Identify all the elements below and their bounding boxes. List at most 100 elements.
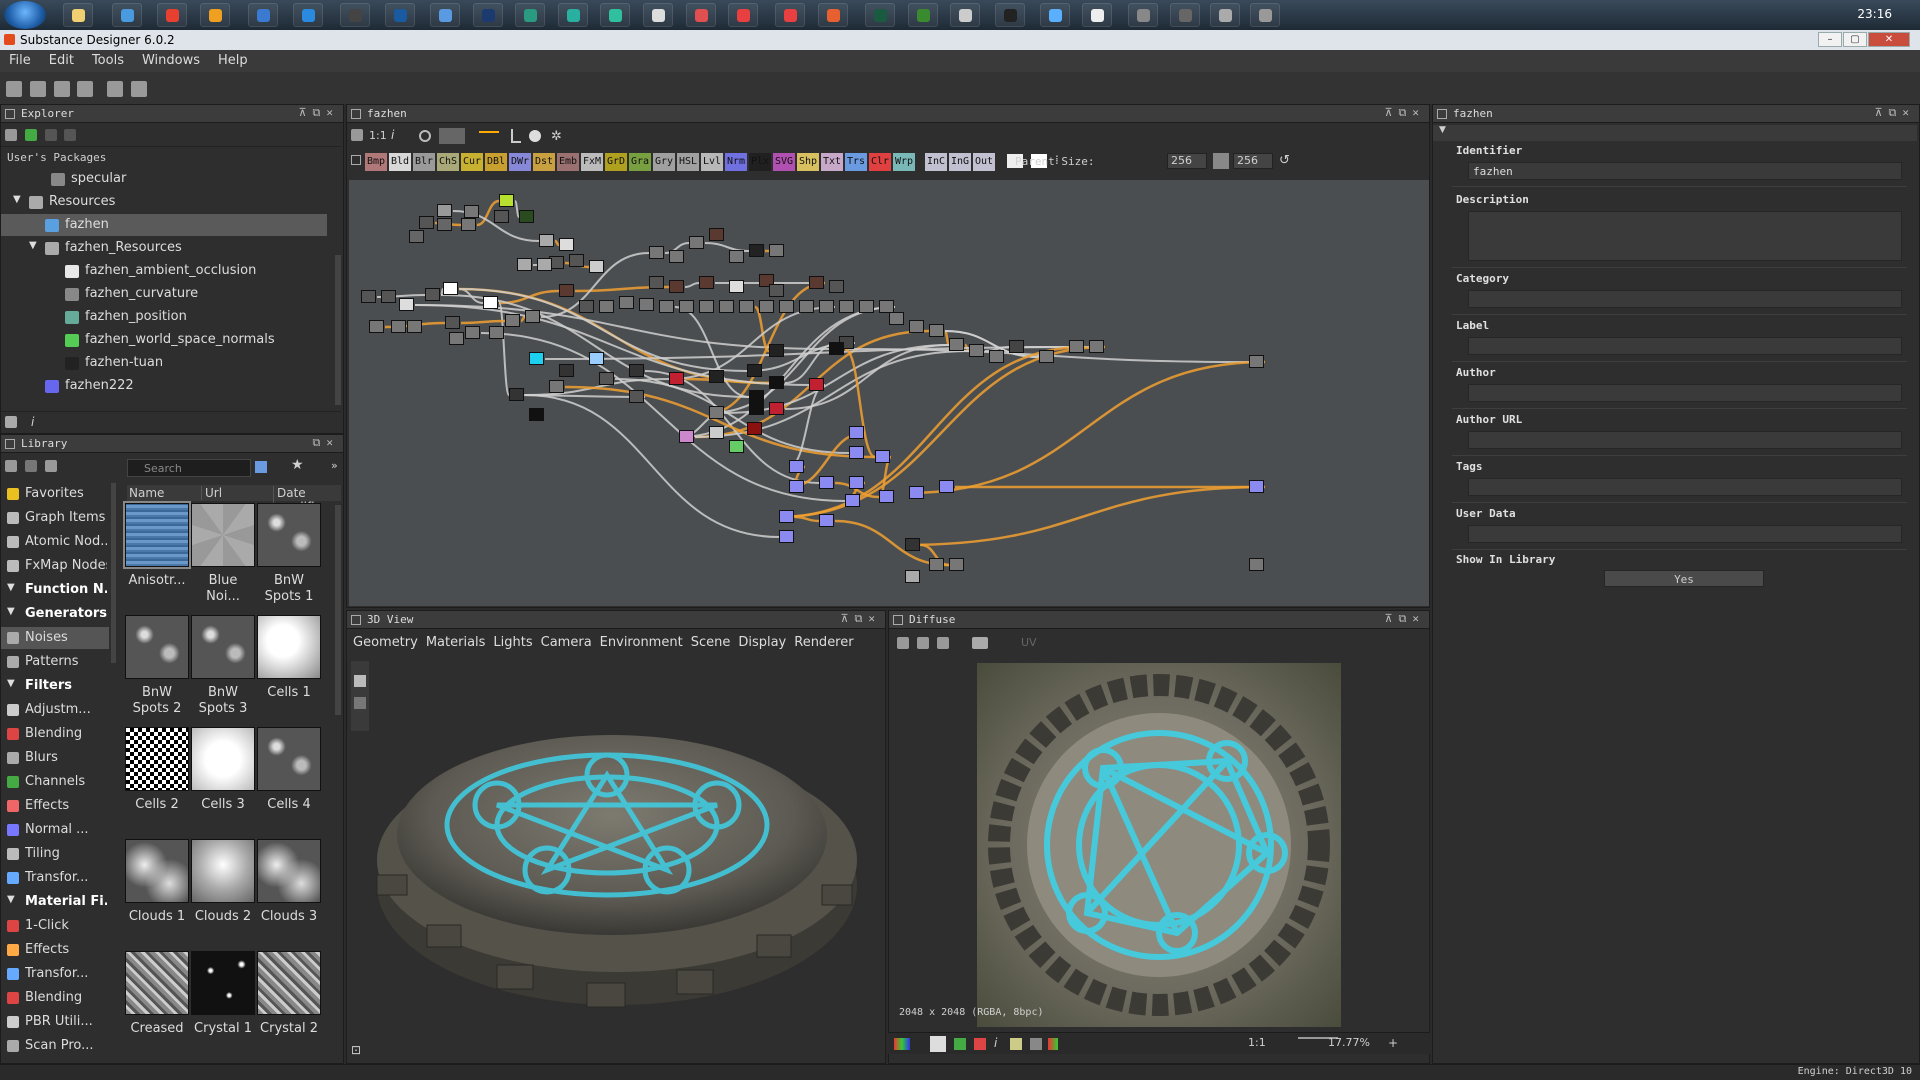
graph-node[interactable] <box>799 300 814 313</box>
graph-node[interactable] <box>779 530 794 543</box>
library-thumbnail[interactable] <box>125 839 189 903</box>
graph-node[interactable] <box>461 218 476 231</box>
graph-node[interactable] <box>619 296 634 309</box>
alpha-icon[interactable] <box>930 1036 946 1052</box>
expand-arrow-icon[interactable]: ▼ <box>13 194 21 205</box>
library-category[interactable]: Noises <box>1 627 109 649</box>
library-thumbnail[interactable] <box>125 727 189 791</box>
save-image-icon[interactable] <box>916 637 929 649</box>
zoom-in-icon[interactable]: + <box>1388 1036 1398 1050</box>
graph-node[interactable] <box>747 422 762 435</box>
graph-node[interactable] <box>599 300 614 313</box>
graph-node[interactable] <box>819 514 834 527</box>
link-style-icon[interactable] <box>479 131 499 141</box>
taskbar-app-icon[interactable] <box>1210 3 1240 27</box>
zoom-ratio[interactable]: 1:1 <box>369 129 387 142</box>
atomic-node-button[interactable]: Dst <box>533 153 555 171</box>
new-package-icon[interactable] <box>6 81 22 97</box>
graph-node[interactable] <box>559 364 574 377</box>
graph-node[interactable] <box>709 406 724 419</box>
library-thumbnail[interactable] <box>191 951 255 1015</box>
library-thumbnail[interactable] <box>257 615 321 679</box>
graph-node[interactable] <box>649 276 664 289</box>
atomic-node-button[interactable]: DBl <box>485 153 507 171</box>
graph-info-icon[interactable]: i <box>391 128 394 142</box>
taskbar-app-icon[interactable] <box>515 3 545 27</box>
atomic-node-button[interactable]: Plx <box>749 153 771 171</box>
graph-node[interactable] <box>747 364 762 377</box>
save-package-icon[interactable] <box>5 129 17 141</box>
graph-node[interactable] <box>1249 355 1264 368</box>
uv-toggle[interactable]: UV <box>1021 636 1037 649</box>
library-category[interactable]: FxMap Nodes <box>1 555 109 577</box>
play-icon[interactable] <box>24 129 37 141</box>
panel-controls[interactable]: ⊼⧉✕ <box>840 612 881 626</box>
property-field[interactable] <box>1468 525 1902 543</box>
taskbar-app-icon[interactable] <box>908 3 938 27</box>
graph-node[interactable] <box>629 364 644 377</box>
property-field[interactable] <box>1468 290 1902 308</box>
taskbar-app-icon[interactable] <box>340 3 370 27</box>
atomic-node-button[interactable]: GrD <box>605 153 627 171</box>
graph-node[interactable] <box>949 558 964 571</box>
panel-controls[interactable]: ⊼⧉✕ <box>298 106 339 120</box>
taskbar-app-icon[interactable] <box>950 3 980 27</box>
graph-node[interactable] <box>517 258 532 271</box>
colormap-icon[interactable] <box>954 1038 966 1050</box>
align-icon[interactable] <box>439 128 465 144</box>
library-category[interactable]: Graph Items <box>1 507 109 529</box>
explorer-item[interactable]: fazhen_ambient_occlusion <box>1 260 327 282</box>
display-icon[interactable] <box>529 130 541 142</box>
graph-node[interactable] <box>905 538 920 551</box>
minimize-button[interactable]: – <box>1818 32 1842 47</box>
graph-node[interactable] <box>709 370 724 383</box>
explorer-scrollbar[interactable] <box>335 255 341 405</box>
camera-icon[interactable] <box>936 637 949 649</box>
property-field[interactable] <box>1468 478 1902 496</box>
redo-icon[interactable] <box>131 81 148 97</box>
library-category[interactable]: Patterns <box>1 651 109 673</box>
info-icon[interactable]: i <box>31 415 34 429</box>
graph-node[interactable] <box>699 276 714 289</box>
graph-node[interactable] <box>819 476 834 489</box>
graph-node[interactable] <box>849 476 864 489</box>
categories-scrollbar[interactable] <box>111 483 116 663</box>
expand-arrow-icon[interactable]: ▼ <box>29 240 37 251</box>
atomic-node-button[interactable]: Lvl <box>701 153 723 171</box>
graph-node[interactable] <box>669 372 684 385</box>
taskbar-app-icon[interactable] <box>473 3 503 27</box>
graph-node[interactable] <box>889 312 904 325</box>
taskbar-app-icon[interactable] <box>818 3 848 27</box>
graph-node[interactable] <box>789 460 804 473</box>
graph-canvas[interactable] <box>349 180 1429 606</box>
graph-node[interactable] <box>505 314 520 327</box>
atomic-node-button[interactable]: InC <box>925 153 947 171</box>
graph-node[interactable] <box>539 234 554 247</box>
taskbar-app-icon[interactable] <box>1040 3 1070 27</box>
graph-node[interactable] <box>779 510 794 523</box>
library-category[interactable]: Effects <box>1 939 109 961</box>
menu-display[interactable]: Display <box>738 635 786 650</box>
library-thumbnail[interactable] <box>257 839 321 903</box>
property-field[interactable] <box>1468 431 1902 449</box>
graph-node[interactable] <box>569 254 584 267</box>
refresh-icon[interactable] <box>64 129 77 141</box>
explorer-item[interactable]: fazhen222 <box>1 375 327 397</box>
library-thumbnail[interactable] <box>257 951 321 1015</box>
close-button[interactable]: ✕ <box>1868 32 1910 47</box>
taskbar-app-icon[interactable] <box>293 3 323 27</box>
graph-node[interactable] <box>679 430 694 443</box>
graph-node[interactable] <box>769 376 784 389</box>
tiling-icon[interactable] <box>972 637 989 649</box>
graph-node[interactable] <box>905 570 920 583</box>
graph-node[interactable] <box>769 244 784 257</box>
graph-node[interactable] <box>839 300 854 313</box>
export-icon[interactable] <box>897 637 909 649</box>
graph-node[interactable] <box>829 342 844 355</box>
graph-node[interactable] <box>1089 340 1104 353</box>
atomic-node-button[interactable]: Out <box>973 153 995 171</box>
menu-lights[interactable]: Lights <box>493 635 532 650</box>
graph-node[interactable] <box>659 300 674 313</box>
library-thumbnail[interactable] <box>191 503 255 567</box>
graph-node[interactable] <box>529 408 544 421</box>
